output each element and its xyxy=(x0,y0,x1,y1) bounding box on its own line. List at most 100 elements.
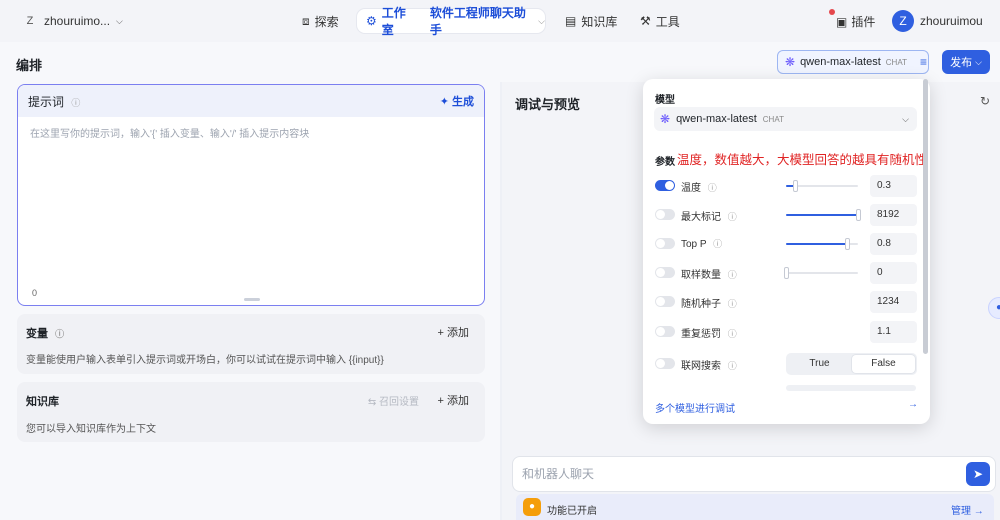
cube-icon: ▣ xyxy=(836,14,848,29)
publish-button[interactable]: 发布 ⌵ xyxy=(942,50,990,74)
knowledge-desc: 您可以导入知识库作为上下文 xyxy=(26,424,156,435)
param-value-input[interactable]: 1.1 xyxy=(870,321,917,343)
web-search-segmented: True False xyxy=(786,353,917,375)
param-label: 重复惩罚 ⓘ xyxy=(681,325,737,340)
param-label-text: 取样数量 xyxy=(681,270,721,281)
model-settings-popup: 模型 ❋ qwen-max-latest CHAT ⌵ 参数 温度，数值越大，大… xyxy=(643,79,930,424)
workspace-switcher[interactable]: Z zhouruimo... ⌵ xyxy=(22,13,123,29)
info-icon[interactable]: ⓘ xyxy=(55,329,64,339)
prompt-card: 提示词 ⓘ ✦ 生成 在这里写你的提示词，输入'{' 插入变量、输入'/' 插入… xyxy=(17,84,485,306)
add-variable-label: 添加 xyxy=(447,327,469,339)
param-toggle[interactable] xyxy=(655,267,675,278)
popup-scrollbar[interactable] xyxy=(923,79,928,354)
chat-input[interactable] xyxy=(522,467,942,481)
web-search-false[interactable]: False xyxy=(852,355,915,373)
info-icon[interactable]: ⓘ xyxy=(728,270,737,280)
param-label-text: 最大标记 xyxy=(681,212,721,223)
refresh-icon[interactable]: ↻ xyxy=(980,94,990,108)
manage-link[interactable]: 管理 → xyxy=(951,502,984,517)
multi-model-debug-link[interactable]: 多个模型进行调试 xyxy=(655,400,735,415)
hammer-icon: ⚒ xyxy=(640,14,651,28)
user-name[interactable]: zhouruimou xyxy=(920,14,983,28)
page-title: 编排 xyxy=(16,58,43,73)
generate-button[interactable]: ✦ 生成 xyxy=(440,93,474,109)
arrow-right-icon[interactable]: → xyxy=(908,399,918,410)
param-row: 随机种子 ⓘ 1234 xyxy=(655,291,917,313)
slider-thumb[interactable] xyxy=(845,238,851,250)
param-value-input[interactable]: 0 xyxy=(870,262,917,284)
param-value-input[interactable]: 0.3 xyxy=(870,175,917,197)
add-variable-button[interactable]: + 添加 xyxy=(438,324,469,340)
resize-handle[interactable] xyxy=(244,298,260,301)
publish-label: 发布 xyxy=(950,57,973,69)
chevron-down-icon: ⌵ xyxy=(902,114,909,124)
param-label-text: 温度 xyxy=(681,183,701,194)
prompt-input[interactable]: 在这里写你的提示词，输入'{' 插入变量、输入'/' 插入提示内容块 xyxy=(30,125,309,140)
nav-explore[interactable]: ⧈ 探索 xyxy=(302,10,339,32)
web-search-label-text: 联网搜索 xyxy=(681,361,721,372)
params-label: 参数 xyxy=(655,157,675,168)
param-row: 取样数量 ⓘ 0 xyxy=(655,262,917,284)
feature-bar: ● 功能已开启 管理 → xyxy=(516,494,994,520)
sliders-icon: ≡ xyxy=(919,55,927,69)
send-button[interactable]: ➤ xyxy=(966,462,990,486)
param-value-input[interactable]: 8192 xyxy=(870,204,917,226)
temperature-annotation: 温度，数值越大，大模型回答的越具有随机性 xyxy=(677,153,928,167)
info-icon[interactable]: ⓘ xyxy=(708,183,717,193)
generate-label: 生成 xyxy=(452,96,474,108)
nav-plugins[interactable]: ▣ 插件 xyxy=(836,13,875,30)
info-icon[interactable]: ⓘ xyxy=(713,239,722,249)
model-selector-chip[interactable]: ❋ qwen-max-latest CHAT ≡ xyxy=(777,50,929,74)
add-knowledge-button[interactable]: + 添加 xyxy=(438,392,469,408)
param-row: Top P ⓘ 0.8 xyxy=(655,233,917,255)
workspace-name: zhouruimo... xyxy=(44,14,111,28)
param-slider[interactable] xyxy=(786,238,858,250)
param-toggle[interactable] xyxy=(655,238,675,249)
param-toggle[interactable] xyxy=(655,180,675,191)
variables-title: 变量 ⓘ xyxy=(26,325,64,341)
compass-icon: ⧈ xyxy=(302,14,310,28)
param-label: 最大标记 ⓘ xyxy=(681,208,737,223)
param-label-text: Top P xyxy=(681,239,707,250)
avatar[interactable]: Z xyxy=(892,10,914,32)
param-label: Top P ⓘ xyxy=(681,237,722,250)
info-icon[interactable]: ⓘ xyxy=(728,299,737,309)
param-toggle[interactable] xyxy=(655,296,675,307)
slider-thumb[interactable] xyxy=(856,209,861,221)
web-search-toggle[interactable] xyxy=(655,358,675,369)
nav-knowledge-label: 知识库 xyxy=(581,14,618,29)
slider-thumb[interactable] xyxy=(784,267,789,279)
info-icon[interactable]: ⓘ xyxy=(728,329,737,339)
prompt-title: 提示词 xyxy=(28,94,65,109)
param-row: 重复惩罚 ⓘ 1.1 xyxy=(655,321,917,343)
slider-thumb[interactable] xyxy=(792,180,798,192)
info-icon[interactable]: ⓘ xyxy=(728,212,737,222)
slider-fill xyxy=(786,214,858,216)
model-label: 模型 xyxy=(655,95,675,106)
param-slider[interactable] xyxy=(786,209,861,221)
nav-knowledge[interactable]: ▤ 知识库 xyxy=(565,10,617,32)
param-slider[interactable] xyxy=(786,180,858,192)
param-toggle[interactable] xyxy=(655,209,675,220)
recall-settings-button[interactable]: ⇆ 召回设置 xyxy=(368,393,419,408)
feature-icon: ● xyxy=(523,498,541,516)
info-icon[interactable]: ⓘ xyxy=(71,98,80,108)
chat-input-box xyxy=(512,456,996,492)
info-icon[interactable]: ⓘ xyxy=(728,361,737,371)
param-slider[interactable] xyxy=(784,267,858,279)
prompt-header: 提示词 ⓘ ✦ 生成 xyxy=(18,85,484,117)
preview-title: 调试与预览 xyxy=(515,97,581,112)
manage-label: 管理 xyxy=(951,506,971,517)
web-search-true[interactable]: True xyxy=(788,355,851,373)
param-toggle[interactable] xyxy=(655,326,675,337)
param-value-input[interactable]: 0.8 xyxy=(870,233,917,255)
nav-studio[interactable]: ⚙ 工作室 软件工程师聊天助手 ⌵ xyxy=(357,6,545,37)
param-value-input[interactable]: 1234 xyxy=(870,291,917,313)
nav-explore-label: 探索 xyxy=(314,14,339,29)
knowledge-card: 知识库 ⇆ 召回设置 + 添加 您可以导入知识库作为上下文 xyxy=(17,382,485,442)
model-select-tag: CHAT xyxy=(762,114,784,124)
nav-tools[interactable]: ⚒ 工具 xyxy=(640,10,680,32)
model-select[interactable]: ❋ qwen-max-latest CHAT ⌵ xyxy=(654,107,917,131)
model-select-name: qwen-max-latest xyxy=(676,113,757,125)
model-logo-icon: ❋ xyxy=(785,55,796,69)
